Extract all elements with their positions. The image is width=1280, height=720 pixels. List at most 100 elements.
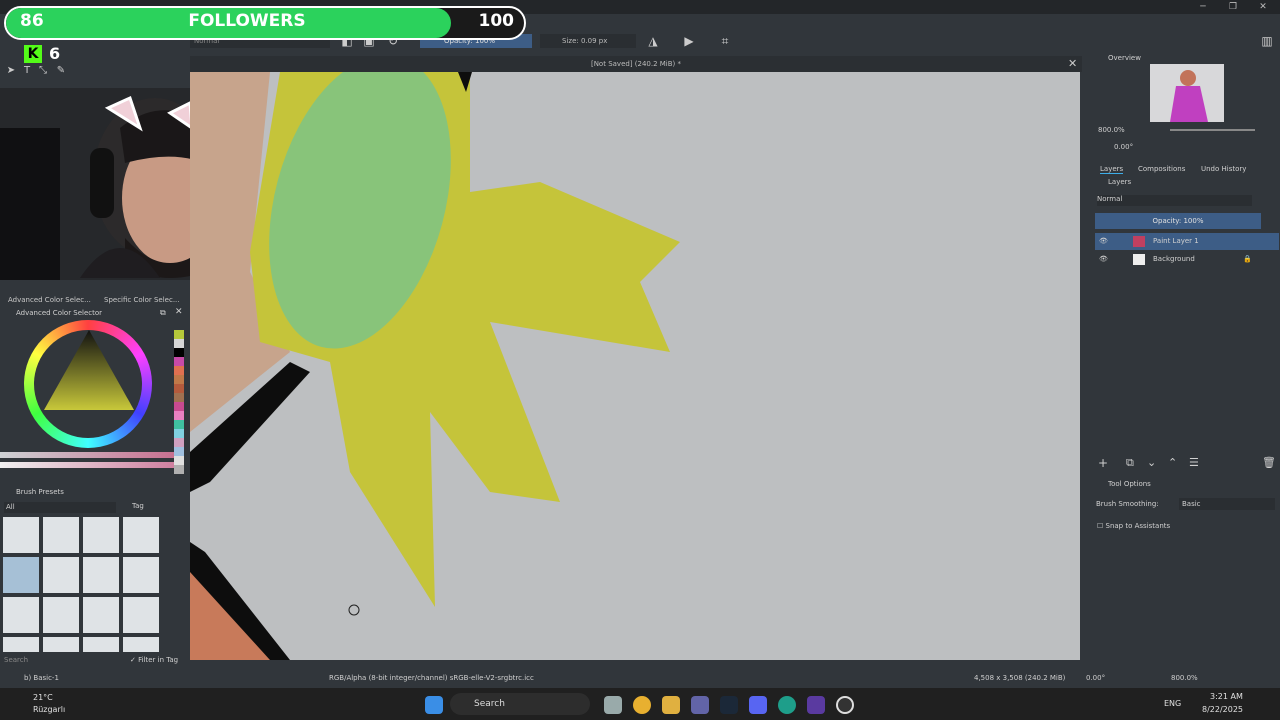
- overview-rotation[interactable]: 0.00°: [1114, 143, 1133, 151]
- overview-zoom-slider[interactable]: [1170, 129, 1255, 131]
- document-tab[interactable]: [Not Saved] (240.2 MiB) *: [190, 56, 1082, 72]
- brush-preset-item[interactable]: [2, 636, 40, 652]
- duplicate-layer-icon[interactable]: ⧉: [1126, 456, 1134, 470]
- brush-preset-item[interactable]: [82, 636, 120, 652]
- color-history-swatch[interactable]: [174, 384, 184, 393]
- layer-name[interactable]: Paint Layer 1: [1153, 233, 1199, 250]
- status-rotation[interactable]: 0.00°: [1086, 674, 1105, 682]
- color-history-swatch[interactable]: [174, 411, 184, 420]
- layer-row-paint-layer-1[interactable]: 👁 Paint Layer 1: [1095, 233, 1279, 250]
- teams-icon[interactable]: [691, 696, 709, 714]
- layer-blend-select[interactable]: Normal: [1097, 195, 1252, 206]
- tab-specific-color-selector[interactable]: Specific Color Selec...: [104, 296, 180, 304]
- brush-preset-item[interactable]: [42, 596, 80, 634]
- mirror-vertical-icon[interactable]: ▶: [682, 34, 696, 48]
- color-history-swatch[interactable]: [174, 465, 184, 474]
- steam-icon[interactable]: [720, 696, 738, 714]
- discord-icon[interactable]: [749, 696, 767, 714]
- lock-icon[interactable]: 🔒: [1243, 251, 1252, 268]
- chrome-icon[interactable]: [633, 696, 651, 714]
- filter-in-tag-checkbox[interactable]: ✓ Filter in Tag: [130, 656, 178, 664]
- workspace-icon[interactable]: ▥: [1260, 34, 1274, 48]
- brush-preset-item[interactable]: [122, 596, 160, 634]
- edit-shapes-icon[interactable]: ⤡: [36, 64, 50, 78]
- clock-date[interactable]: 8/22/2025: [1202, 705, 1243, 714]
- weather-desc[interactable]: Rüzgarlı: [33, 705, 65, 714]
- color-history-swatch[interactable]: [174, 429, 184, 438]
- brush-preset-item[interactable]: [122, 516, 160, 554]
- brush-preset-item[interactable]: [2, 556, 40, 594]
- brush-preset-item[interactable]: [2, 516, 40, 554]
- brush-tool-icon[interactable]: ✎: [54, 64, 68, 78]
- mirror-horizontal-icon[interactable]: ◮: [646, 34, 660, 48]
- tab-advanced-color-selector[interactable]: Advanced Color Selec...: [8, 296, 91, 304]
- brush-preset-item[interactable]: [42, 636, 80, 652]
- maximize-button[interactable]: ❐: [1218, 0, 1248, 14]
- tab-undo-history[interactable]: Undo History: [1201, 165, 1246, 173]
- drawing-canvas[interactable]: [190, 72, 1080, 660]
- close-document-icon[interactable]: ✕: [1068, 57, 1077, 70]
- weather-temp[interactable]: 21°C: [33, 693, 53, 702]
- layer-opacity-slider[interactable]: Opacity: 100%: [1095, 213, 1261, 229]
- tab-compositions[interactable]: Compositions: [1138, 165, 1185, 173]
- task-view-icon[interactable]: [604, 696, 622, 714]
- brush-preset-item[interactable]: [82, 556, 120, 594]
- status-zoom[interactable]: 800.0%: [1171, 674, 1198, 682]
- brush-preset-item[interactable]: [42, 556, 80, 594]
- saturation-slider[interactable]: [0, 462, 174, 468]
- color-history-swatch[interactable]: [174, 339, 184, 348]
- overview-thumbnail[interactable]: [1150, 64, 1224, 122]
- file-explorer-icon[interactable]: [662, 696, 680, 714]
- color-history-swatch[interactable]: [174, 438, 184, 447]
- color-history-swatch[interactable]: [174, 348, 184, 357]
- brush-preset-item[interactable]: [2, 596, 40, 634]
- color-history-swatch[interactable]: [174, 402, 184, 411]
- minimize-button[interactable]: ─: [1188, 0, 1218, 14]
- wrap-around-icon[interactable]: ⌗: [718, 34, 732, 48]
- brush-smoothing-select[interactable]: Basic: [1179, 498, 1275, 510]
- color-history-swatch[interactable]: [174, 420, 184, 429]
- brush-preset-item[interactable]: [122, 636, 160, 652]
- select-tool-icon[interactable]: ➤: [4, 64, 18, 78]
- size-slider[interactable]: Size: 0.09 px: [540, 34, 636, 48]
- color-history-swatch[interactable]: [174, 393, 184, 402]
- eye-icon[interactable]: 👁: [1099, 251, 1108, 268]
- color-history-swatch[interactable]: [174, 330, 184, 339]
- color-history-swatch[interactable]: [174, 456, 184, 465]
- taskbar-search[interactable]: Search: [450, 693, 590, 715]
- clock-time[interactable]: 3:21 AM: [1210, 692, 1243, 701]
- move-layer-down-icon[interactable]: ⌄: [1147, 456, 1156, 469]
- color-history-swatch[interactable]: [174, 375, 184, 384]
- brush-preset-item[interactable]: [82, 596, 120, 634]
- overview-zoom[interactable]: 800.0%: [1098, 126, 1125, 134]
- hue-slider[interactable]: [0, 452, 174, 458]
- brush-preset-item[interactable]: [82, 516, 120, 554]
- float-docker-icon[interactable]: ⧉: [160, 308, 166, 318]
- close-docker-icon[interactable]: ✕: [175, 307, 183, 317]
- color-triangle[interactable]: [42, 330, 136, 412]
- color-history-swatch[interactable]: [174, 357, 184, 366]
- start-menu-icon[interactable]: [425, 696, 443, 714]
- text-tool-icon[interactable]: T: [20, 64, 34, 78]
- brush-tag-button[interactable]: Tag: [132, 502, 144, 510]
- obs-icon[interactable]: [836, 696, 854, 714]
- color-history-swatch[interactable]: [174, 447, 184, 456]
- close-window-button[interactable]: ✕: [1248, 0, 1278, 14]
- add-layer-icon[interactable]: +: [1098, 456, 1108, 470]
- tab-layers[interactable]: Layers: [1100, 165, 1124, 174]
- layer-row-background[interactable]: 👁 Background 🔒: [1095, 251, 1279, 268]
- color-history-swatch[interactable]: [174, 366, 184, 375]
- edge-icon[interactable]: [778, 696, 796, 714]
- eye-icon[interactable]: 👁: [1099, 233, 1108, 250]
- brush-filter-select[interactable]: All: [4, 502, 116, 513]
- delete-layer-icon[interactable]: 🗑: [1262, 456, 1276, 469]
- move-layer-up-icon[interactable]: ⌃: [1168, 456, 1177, 469]
- brush-search-input[interactable]: Search: [4, 656, 28, 664]
- language-indicator[interactable]: ENG: [1164, 699, 1181, 708]
- brush-preset-item[interactable]: [122, 556, 160, 594]
- brush-preset-item[interactable]: [42, 516, 80, 554]
- krita-icon[interactable]: [807, 696, 825, 714]
- snap-to-assistants-checkbox[interactable]: ☐ Snap to Assistants: [1097, 522, 1170, 530]
- color-history[interactable]: [174, 330, 184, 480]
- layer-name[interactable]: Background: [1153, 251, 1195, 268]
